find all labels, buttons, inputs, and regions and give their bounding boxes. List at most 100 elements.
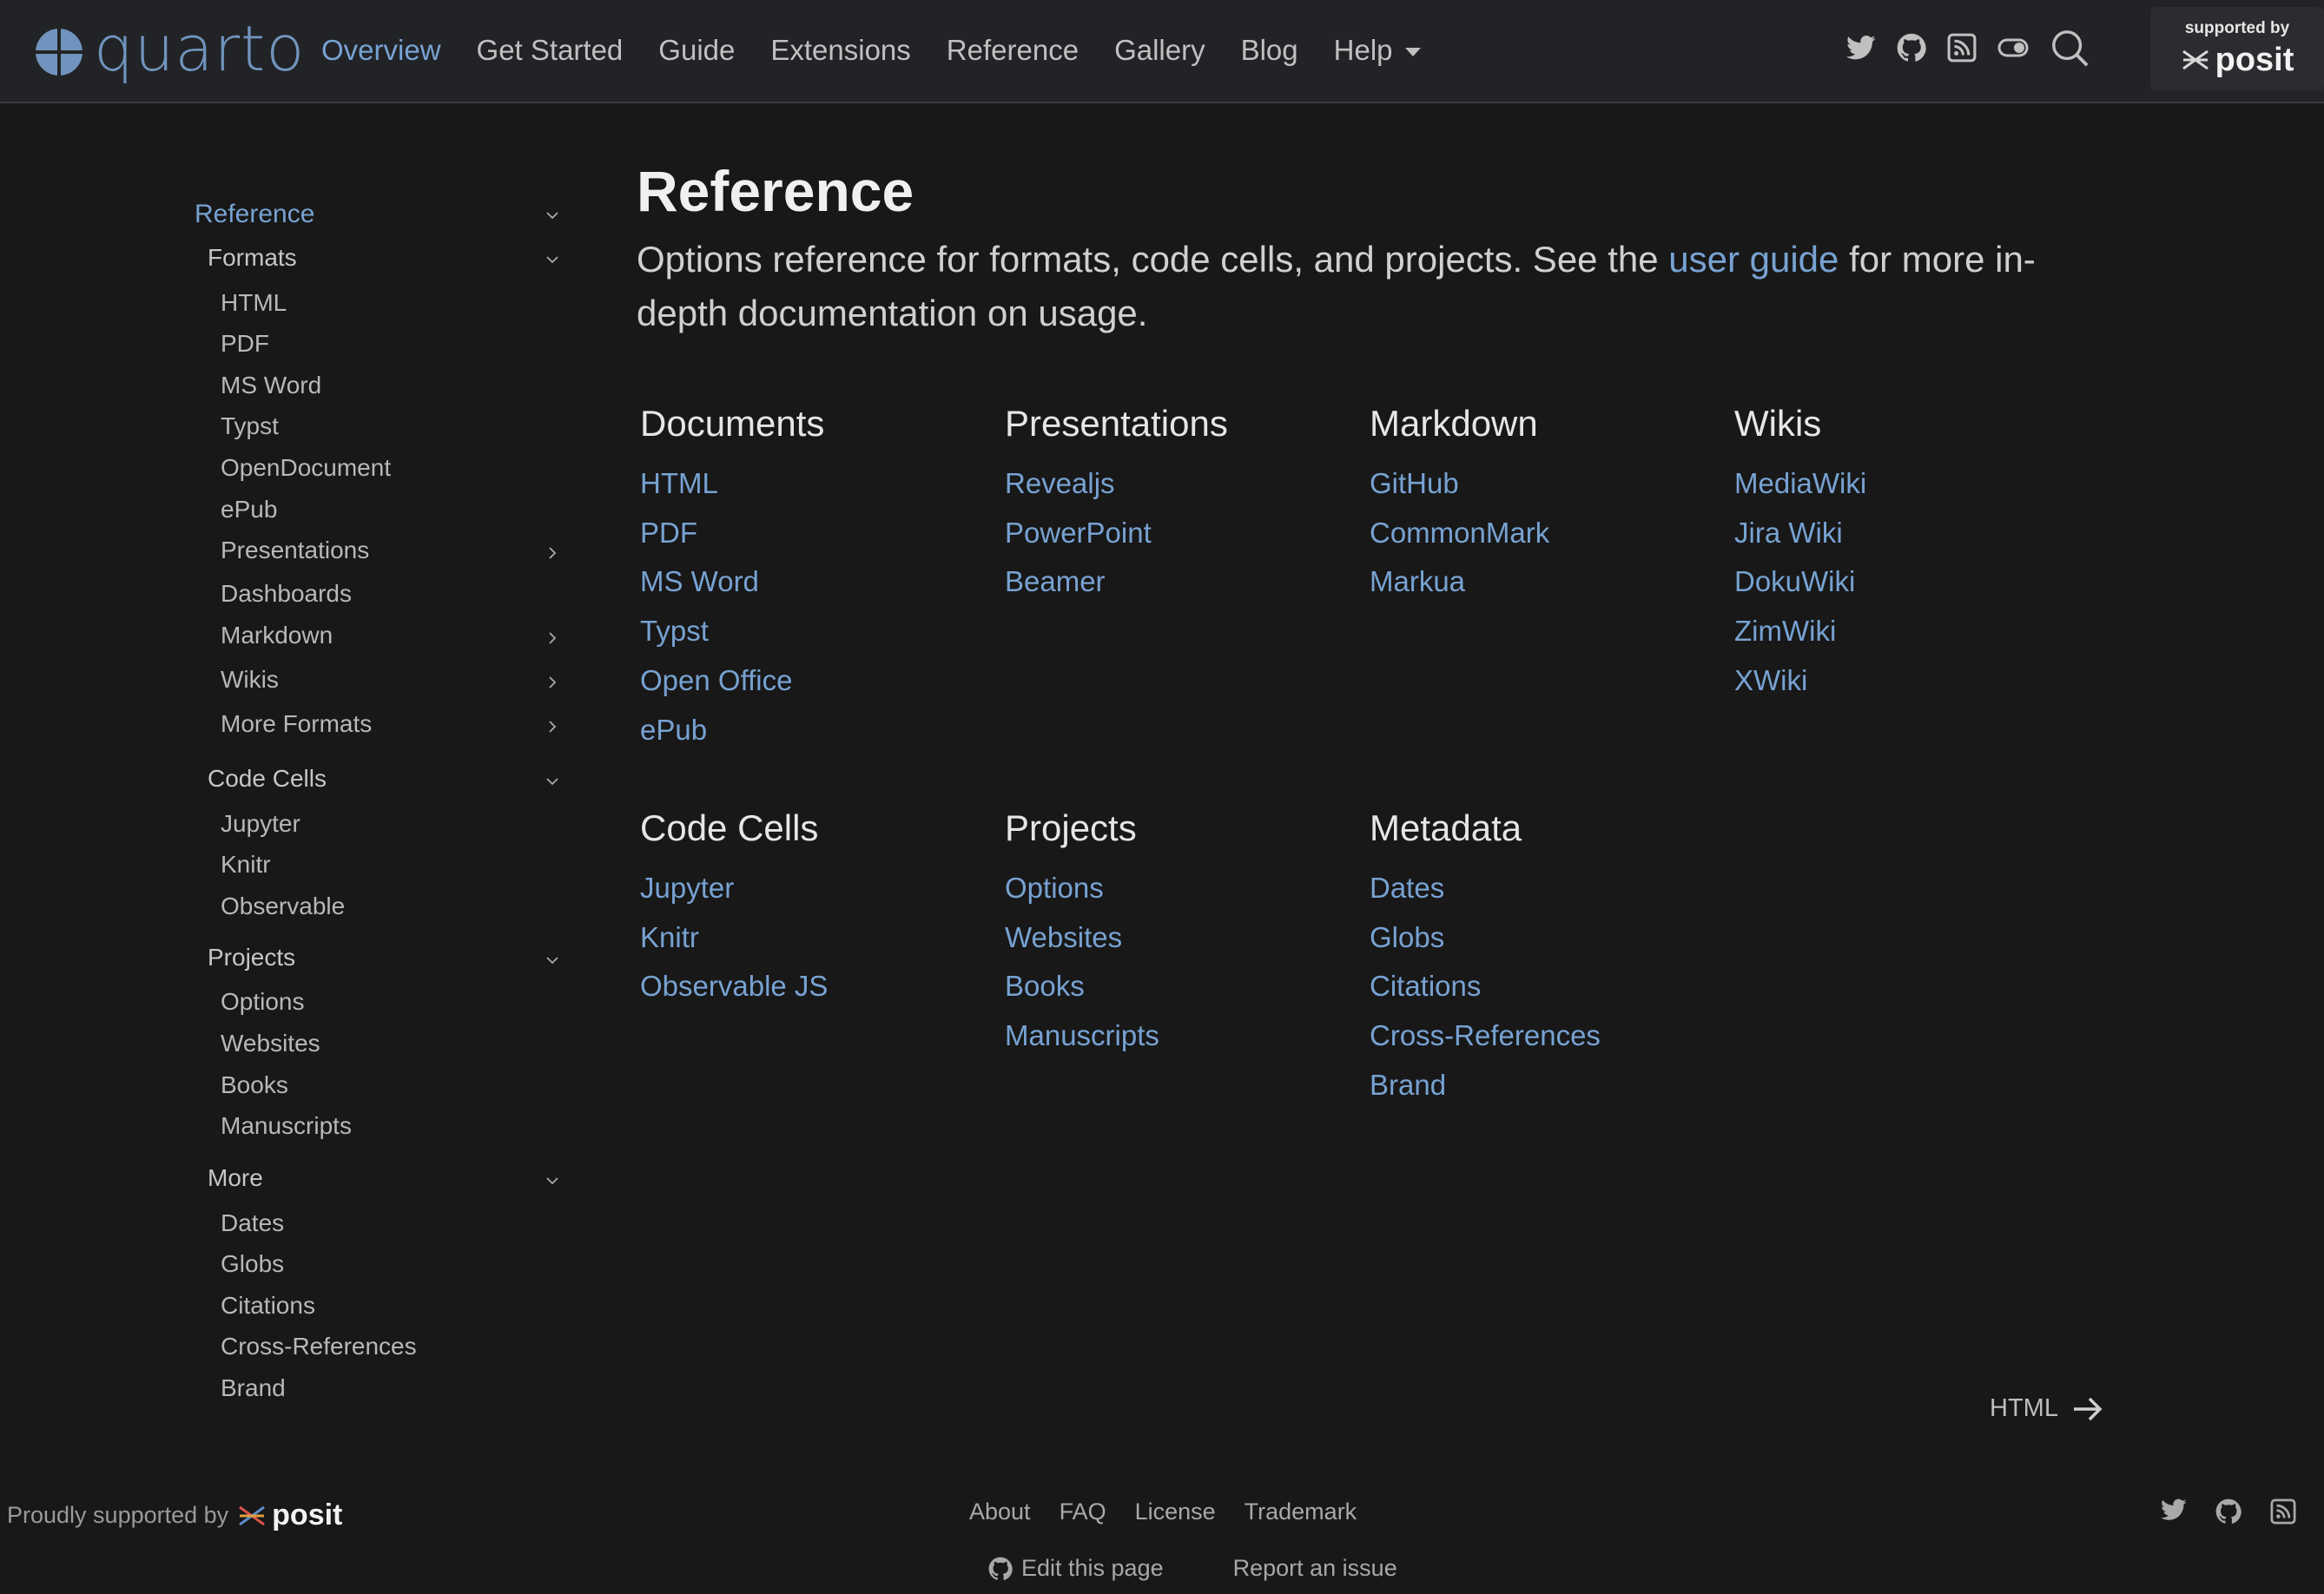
chevron-right-icon[interactable] — [546, 632, 558, 644]
category-link[interactable]: Observable JS — [640, 970, 828, 1003]
category-link[interactable]: Dates — [1370, 872, 1444, 905]
toggle-icon[interactable] — [1997, 37, 2029, 63]
sponsor-badge[interactable]: supported by posit — [2150, 7, 2324, 90]
chevron-right-icon[interactable] — [546, 547, 558, 559]
category-link[interactable]: Markua — [1370, 565, 1465, 598]
nav-gallery[interactable]: Gallery — [1114, 34, 1205, 67]
sidebar-section-more[interactable]: More — [208, 1164, 263, 1192]
category-link[interactable]: XWiki — [1734, 664, 1807, 697]
caret-down-icon — [1404, 47, 1421, 56]
sidebar-item-globs[interactable]: Globs — [221, 1250, 284, 1278]
nav-extensions[interactable]: Extensions — [770, 34, 910, 67]
nav-get-started[interactable]: Get Started — [477, 34, 624, 67]
category-link[interactable]: ePub — [640, 714, 707, 747]
sidebar-item-cross-references[interactable]: Cross-References — [221, 1333, 417, 1360]
sidebar-item-ms-word[interactable]: MS Word — [221, 372, 321, 399]
nav-overview[interactable]: Overview — [321, 34, 441, 67]
rss-icon[interactable] — [2270, 1498, 2296, 1529]
footer-link-trademark[interactable]: Trademark — [1245, 1498, 1357, 1525]
chevron-down-icon[interactable] — [546, 254, 558, 266]
category-link[interactable]: HTML — [640, 467, 718, 500]
twitter-icon[interactable] — [2161, 1498, 2187, 1529]
posit-wordmark: posit — [2215, 41, 2294, 78]
github-icon[interactable] — [2215, 1498, 2241, 1529]
sidebar-item-options[interactable]: Options — [221, 988, 305, 1016]
search-icon[interactable] — [2050, 28, 2090, 72]
sidebar-item-epub[interactable]: ePub — [221, 496, 277, 524]
category-link[interactable]: Cross-References — [1370, 1019, 1601, 1052]
footer-link-about[interactable]: About — [969, 1498, 1031, 1525]
sidebar-item-typst[interactable]: Typst — [221, 412, 279, 440]
category-link[interactable]: MediaWiki — [1734, 467, 1866, 500]
user-guide-link[interactable]: user guide — [1668, 239, 1839, 280]
nav-help-dropdown[interactable]: Help — [1334, 34, 1421, 67]
edit-page-link[interactable]: Edit this page — [988, 1555, 1164, 1582]
category-link[interactable]: Options — [1005, 872, 1104, 905]
category-link[interactable]: Websites — [1005, 921, 1122, 954]
category-link[interactable]: Revealjs — [1005, 467, 1115, 500]
sidebar-item-markdown[interactable]: Markdown — [221, 622, 333, 649]
sidebar-item-knitr[interactable]: Knitr — [221, 851, 271, 879]
category-link[interactable]: Brand — [1370, 1069, 1446, 1102]
sidebar-item-manuscripts[interactable]: Manuscripts — [221, 1112, 352, 1140]
sidebar-section-code-cells[interactable]: Code Cells — [208, 765, 327, 793]
rss-icon[interactable] — [1947, 33, 1977, 67]
sidebar-item-opendocument[interactable]: OpenDocument — [221, 454, 391, 482]
github-icon — [988, 1557, 1013, 1580]
sidebar-item-jupyter[interactable]: Jupyter — [221, 810, 300, 838]
report-issue-link[interactable]: Report an issue — [1233, 1555, 1397, 1582]
category-link[interactable]: ZimWiki — [1734, 615, 1836, 648]
sidebar-item-html[interactable]: HTML — [221, 289, 287, 317]
category-link[interactable]: Typst — [640, 615, 709, 648]
category-link[interactable]: GitHub — [1370, 467, 1459, 500]
sidebar-item-dates[interactable]: Dates — [221, 1209, 284, 1237]
category-link[interactable]: Beamer — [1005, 565, 1106, 598]
category-link[interactable]: Jira Wiki — [1734, 517, 1843, 550]
sidebar-item-brand[interactable]: Brand — [221, 1374, 286, 1402]
sidebar-reference[interactable]: Reference — [195, 200, 314, 229]
category-link[interactable]: MS Word — [640, 565, 759, 598]
sidebar-item-dashboards[interactable]: Dashboards — [221, 580, 352, 608]
footer-link-license[interactable]: License — [1135, 1498, 1216, 1525]
footer-posit-logo[interactable]: posit — [237, 1498, 342, 1532]
twitter-icon[interactable] — [1846, 35, 1876, 65]
category-link[interactable]: DokuWiki — [1734, 565, 1855, 598]
category-link[interactable]: Open Office — [640, 664, 793, 697]
category-link[interactable]: Books — [1005, 970, 1085, 1003]
category-link[interactable]: CommonMark — [1370, 517, 1549, 550]
top-navbar: quarto Overview Get Started Guide Extens… — [0, 0, 2324, 103]
nav-help-label: Help — [1333, 33, 1393, 66]
category-link[interactable]: Knitr — [640, 921, 699, 954]
next-page-link[interactable]: HTML — [1990, 1394, 2103, 1423]
nav-guide[interactable]: Guide — [658, 34, 735, 67]
chevron-down-icon[interactable] — [546, 954, 558, 966]
arrow-right-icon — [2073, 1397, 2103, 1420]
sidebar-item-observable[interactable]: Observable — [221, 893, 345, 920]
sidebar-item-citations[interactable]: Citations — [221, 1292, 315, 1320]
footer-link-faq[interactable]: FAQ — [1060, 1498, 1106, 1525]
sidebar-item-more-formats[interactable]: More Formats — [221, 710, 372, 738]
chevron-right-icon[interactable] — [546, 721, 558, 733]
sidebar-item-presentations[interactable]: Presentations — [221, 537, 369, 564]
quarto-logo[interactable]: quarto — [35, 12, 305, 87]
category-link[interactable]: PDF — [640, 517, 697, 550]
category-link[interactable]: Globs — [1370, 921, 1444, 954]
sidebar-item-books[interactable]: Books — [221, 1071, 288, 1099]
sidebar-section-projects[interactable]: Projects — [208, 944, 295, 972]
chevron-down-icon[interactable] — [546, 775, 558, 787]
sidebar-item-websites[interactable]: Websites — [221, 1030, 320, 1057]
nav-blog[interactable]: Blog — [1241, 34, 1298, 67]
chevron-down-icon[interactable] — [546, 1175, 558, 1187]
nav-reference[interactable]: Reference — [947, 34, 1079, 67]
category-link[interactable]: Jupyter — [640, 872, 734, 905]
sidebar-section-formats[interactable]: Formats — [208, 244, 297, 272]
sidebar-item-wikis[interactable]: Wikis — [221, 666, 279, 694]
sidebar-item-pdf[interactable]: PDF — [221, 330, 269, 358]
chevron-down-icon[interactable] — [546, 209, 558, 221]
category-heading-presentations: Presentations — [1005, 403, 1228, 444]
category-link[interactable]: Citations — [1370, 970, 1481, 1003]
category-link[interactable]: Manuscripts — [1005, 1019, 1159, 1052]
github-icon[interactable] — [1897, 33, 1926, 67]
chevron-right-icon[interactable] — [546, 676, 558, 688]
category-link[interactable]: PowerPoint — [1005, 517, 1152, 550]
